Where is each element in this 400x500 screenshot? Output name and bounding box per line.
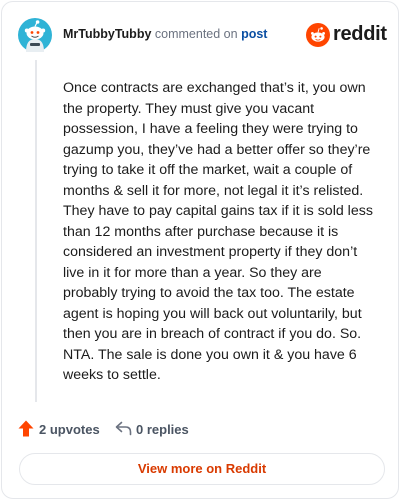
embedded-comment-card: MrTubbyTubby commented on post reddit On… (1, 1, 399, 499)
comment-header: MrTubbyTubby commented on post reddit (18, 18, 387, 52)
snoo-avatar-icon (18, 18, 52, 52)
comment-body: Once contracts are exchanged that’s it, … (63, 80, 373, 383)
username-link[interactable]: MrTubbyTubby (63, 27, 151, 41)
reply-count: 0 replies (136, 422, 189, 437)
comment-actions: 2 upvotes 0 replies (18, 419, 318, 439)
user-avatar[interactable] (18, 18, 52, 52)
commented-on-text: commented on (154, 27, 238, 41)
reddit-brand[interactable]: reddit (306, 22, 387, 48)
upvote-button[interactable]: 2 upvotes (18, 419, 108, 439)
comment-meta: MrTubbyTubby commented on post (63, 27, 267, 41)
reply-icon (115, 421, 132, 436)
upvote-arrow-icon (18, 420, 34, 437)
view-more-button[interactable]: View more on Reddit (19, 453, 385, 485)
post-link[interactable]: post (241, 27, 267, 41)
thread-line (35, 60, 37, 402)
upvote-count: 2 upvotes (39, 422, 100, 437)
reddit-wordmark: reddit (333, 23, 387, 45)
reddit-logo-icon (306, 23, 330, 47)
reply-button[interactable]: 0 replies (115, 419, 215, 439)
